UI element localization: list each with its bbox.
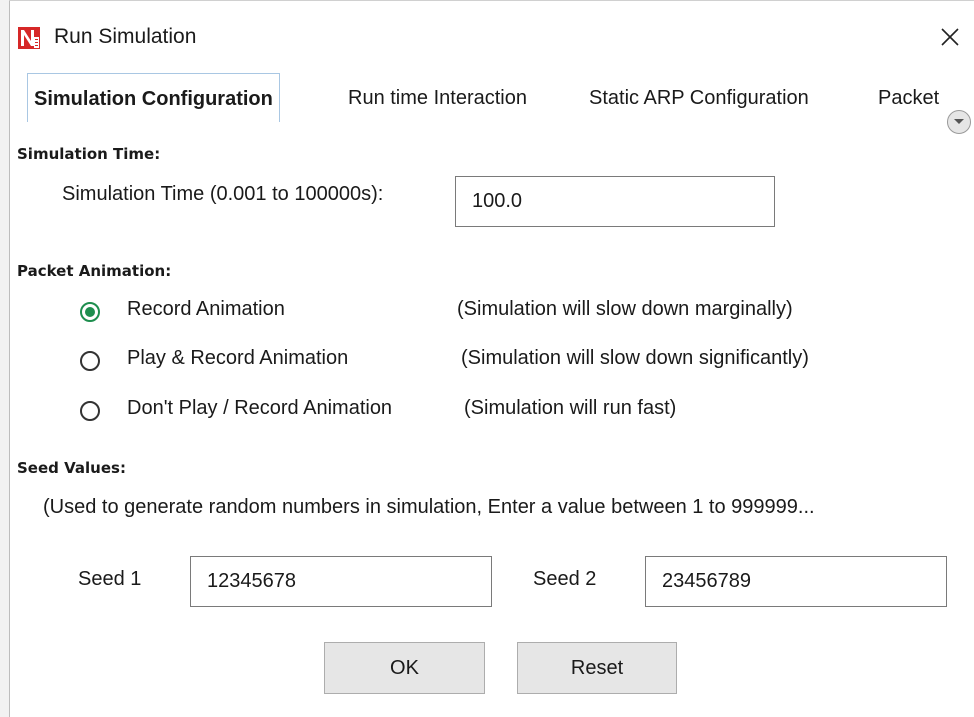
simulation-time-input[interactable]: [455, 176, 775, 227]
seed2-input[interactable]: [645, 556, 947, 607]
packet-animation-section-label: Packet Animation:: [17, 262, 172, 280]
simulation-time-label: Simulation Time (0.001 to 100000s):: [62, 183, 384, 205]
play-record-animation-note: (Simulation will slow down significantly…: [461, 347, 809, 369]
chevron-down-icon: [954, 119, 964, 124]
dont-play-record-animation-label: Don't Play / Record Animation: [127, 397, 393, 419]
netsim-logo-icon: [18, 27, 40, 49]
record-animation-label: Record Animation: [127, 298, 285, 320]
tab-scroll-button[interactable]: [947, 110, 971, 134]
tab-simulation-configuration[interactable]: Simulation Configuration: [27, 73, 280, 122]
ok-button[interactable]: OK: [324, 642, 485, 694]
close-icon: [941, 28, 959, 46]
record-animation-note: (Simulation will slow down marginally): [457, 298, 793, 320]
window-title: Run Simulation: [54, 25, 197, 48]
dont-play-record-animation-note: (Simulation will run fast): [464, 397, 677, 419]
run-simulation-dialog: Run Simulation Simulation Configuration …: [10, 1, 974, 717]
tab-packet[interactable]: Packet: [878, 74, 952, 122]
seed2-label: Seed 2: [533, 568, 597, 590]
seed-values-section-label: Seed Values:: [17, 459, 126, 477]
seed1-input[interactable]: [190, 556, 492, 607]
reset-button[interactable]: Reset: [517, 642, 677, 694]
background-window-edge: [0, 0, 9, 717]
seed-values-description: (Used to generate random numbers in simu…: [43, 496, 815, 518]
tab-bar: Simulation Configuration Run time Intera…: [27, 73, 974, 124]
simulation-time-section-label: Simulation Time:: [17, 145, 161, 163]
title-bar: Run Simulation: [10, 1, 974, 67]
close-button[interactable]: [930, 19, 970, 55]
play-record-animation-radio[interactable]: [80, 351, 100, 371]
record-animation-radio[interactable]: [80, 302, 100, 322]
tab-run-time-interaction[interactable]: Run time Interaction: [348, 74, 527, 122]
play-record-animation-label: Play & Record Animation: [127, 347, 349, 369]
seed1-label: Seed 1: [78, 568, 142, 590]
dont-play-record-animation-radio[interactable]: [80, 401, 100, 421]
tab-static-arp-configuration[interactable]: Static ARP Configuration: [589, 74, 809, 122]
